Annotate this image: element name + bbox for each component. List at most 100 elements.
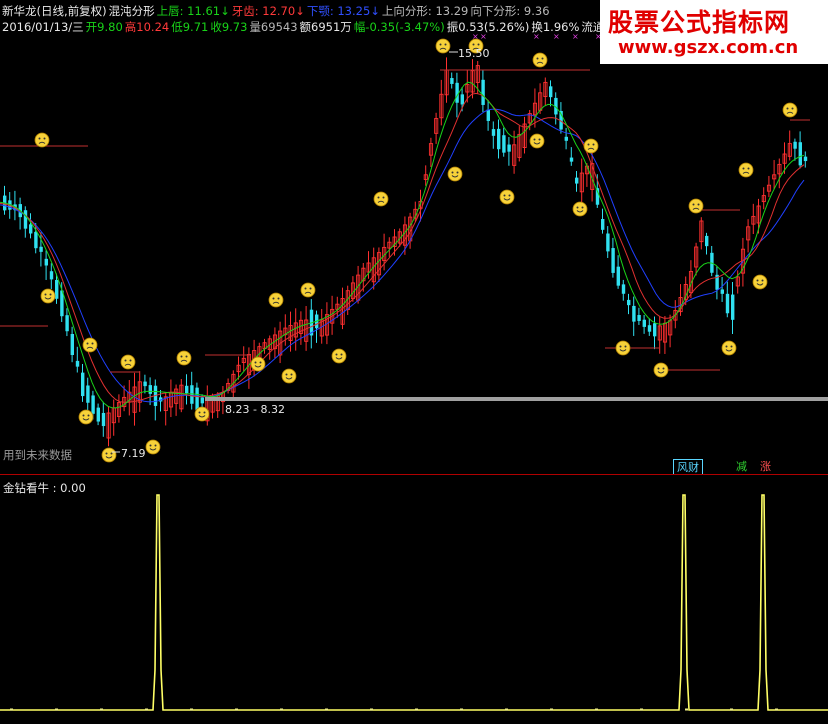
line2-item: 开9.80 xyxy=(85,20,123,34)
indicator-panel[interactable]: 金钻看牛 : 0.00 xyxy=(0,474,828,721)
candle-body xyxy=(632,305,636,322)
quote-header: 2016/01/13/三 开9.80 高10.24 低9.71 收9.73 量69543 额… xyxy=(2,19,614,35)
smile-face-icon xyxy=(615,340,631,356)
indicator-dot xyxy=(370,708,373,711)
sad-face-icon xyxy=(688,198,704,214)
candle-body xyxy=(185,385,189,394)
jaw-line xyxy=(0,108,805,403)
candle-body xyxy=(148,385,152,394)
candle-body xyxy=(29,224,33,234)
candle-body xyxy=(502,135,506,153)
candle-body xyxy=(491,129,496,136)
candle-body xyxy=(601,219,605,230)
candle-body xyxy=(39,246,43,252)
sad-face-icon xyxy=(300,282,316,298)
indicator-label: 金钻看牛 : 0.00 xyxy=(3,481,86,495)
indicator-dot xyxy=(775,708,778,711)
candle-body xyxy=(653,323,657,337)
sad-face-icon xyxy=(435,38,451,54)
line2-item: 换1.96% xyxy=(531,20,580,34)
smile-face-icon xyxy=(78,409,94,425)
lip-line xyxy=(0,81,805,409)
future-data-label: 用到未来数据 xyxy=(3,448,72,462)
candle-body xyxy=(497,128,501,150)
reduce-button[interactable]: 减 xyxy=(733,459,750,474)
candle-body xyxy=(190,385,194,404)
candle-body xyxy=(642,319,646,327)
candle-body xyxy=(720,289,724,294)
indicator-dot xyxy=(100,708,103,711)
indicator-dot xyxy=(235,708,238,711)
line1-item: 上向分形: 13.29 xyxy=(381,4,469,18)
range-label: 8.23 - 8.32 xyxy=(225,403,285,416)
smile-face-icon xyxy=(499,189,515,205)
candle-body xyxy=(75,360,80,367)
indicator-dot xyxy=(55,708,58,711)
line1-item: 向下分形: 9.36 xyxy=(470,4,550,18)
support-band xyxy=(205,397,828,401)
line2-item: 2016/01/13/三 xyxy=(2,20,84,34)
smile-face-icon xyxy=(752,274,768,290)
smile-face-icon xyxy=(194,406,210,422)
candle-body xyxy=(143,381,147,387)
candle-body xyxy=(803,156,808,162)
watermark-logo: 股票公式指标网 www.gszx.com.cn xyxy=(600,0,828,64)
candle-body xyxy=(49,271,54,280)
candle-body xyxy=(564,136,568,141)
sad-face-icon xyxy=(82,337,98,353)
candle-body xyxy=(637,315,641,321)
line2-item: 收9.73 xyxy=(210,20,248,34)
rise-button[interactable]: 涨 xyxy=(757,459,774,474)
sad-face-icon xyxy=(782,102,798,118)
indicator-line xyxy=(0,494,828,711)
line1-item: 牙齿: 12.70↓ xyxy=(231,4,305,18)
sad-face-icon xyxy=(532,52,548,68)
candle-body xyxy=(96,407,100,422)
candle-body xyxy=(705,235,709,247)
candle-body xyxy=(621,284,626,294)
line2-item: 幅-0.35(-3.47%) xyxy=(353,20,445,34)
candle-body xyxy=(486,109,490,121)
sad-face-icon xyxy=(120,354,136,370)
smile-face-icon xyxy=(40,288,56,304)
sad-face-icon xyxy=(268,292,284,308)
candle-body xyxy=(798,142,802,166)
indicator-chart xyxy=(0,494,828,711)
candle-body xyxy=(195,387,199,410)
candle-body xyxy=(569,157,574,162)
line2-item: 额6951万 xyxy=(299,20,352,34)
candle-body xyxy=(70,333,74,356)
indicator-dot xyxy=(640,708,643,711)
line1-item: 上唇: 11.61↓ xyxy=(156,4,230,18)
indicator-dot xyxy=(595,708,598,711)
indicator-dot xyxy=(730,708,733,711)
candle-body xyxy=(460,94,464,105)
smile-face-icon xyxy=(281,368,297,384)
sad-face-icon xyxy=(373,191,389,207)
candle-body xyxy=(611,248,615,273)
indicator-dot xyxy=(325,708,328,711)
candle-body xyxy=(91,395,95,414)
teeth-line xyxy=(0,92,805,403)
indicator-dot xyxy=(415,708,418,711)
smile-face-icon xyxy=(653,362,669,378)
low-price-label: 7.19 xyxy=(121,447,146,460)
smile-face-icon xyxy=(572,201,588,217)
candle-body xyxy=(200,397,204,404)
price-chart-panel[interactable]: 15.50 7.19 8.23 - 8.32 × × × × × × 新华龙(日线,前复权) 混沌… xyxy=(0,0,828,475)
candle-body xyxy=(23,210,28,229)
smile-face-icon xyxy=(529,133,545,149)
smile-face-icon xyxy=(250,356,266,372)
candle-body xyxy=(481,79,485,105)
sad-face-icon xyxy=(176,350,192,366)
indicator-header: 新华龙(日线,前复权) 混沌分形 上唇: 11.61↓ 牙齿: 12.70↓ 下颚: 1… xyxy=(2,3,552,19)
candle-body xyxy=(575,177,579,184)
candle-body xyxy=(549,86,553,98)
indicator-dot xyxy=(550,708,553,711)
indicator-dot xyxy=(505,708,508,711)
indicator-dot xyxy=(190,708,193,711)
fucai-button[interactable]: 风财 xyxy=(673,459,703,475)
candle-body xyxy=(81,372,85,397)
candle-body xyxy=(65,315,69,332)
candlestick-chart[interactable]: 15.507.198.23 - 8.32× × × × × × xyxy=(0,0,828,474)
